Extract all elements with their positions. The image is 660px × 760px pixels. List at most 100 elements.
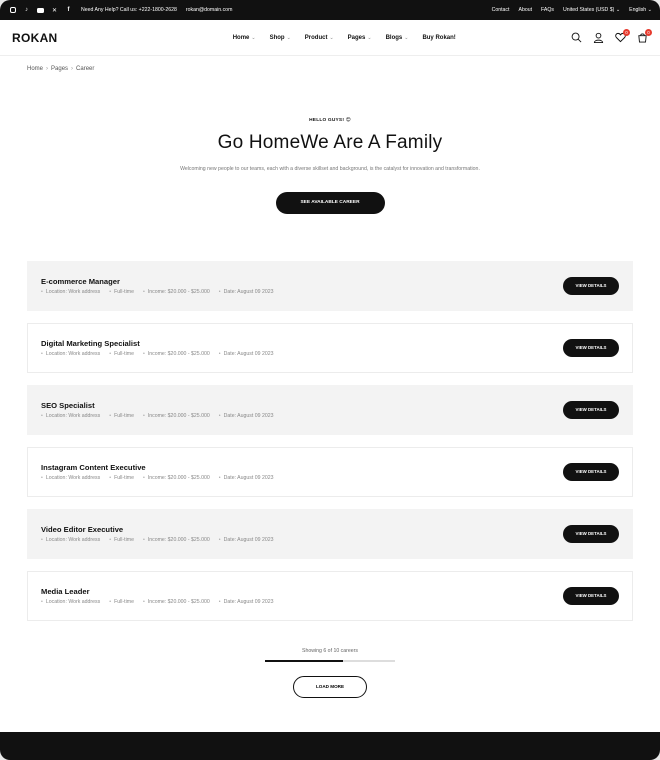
header: ROKAN Home ⌄ Shop ⌄ Product ⌄ Pages ⌄ Blogs ⌄… — [0, 20, 660, 56]
job-type: Full-time — [109, 599, 134, 605]
job-row: Digital Marketing Specialist Location: W… — [27, 323, 633, 373]
job-income: Income: $20.000 - $25.000 — [143, 599, 210, 605]
job-location: Location: Work address — [41, 599, 100, 605]
job-date: Date: August 09 2023 — [219, 475, 274, 481]
chevron-down-icon: ⌄ — [615, 7, 621, 13]
main-nav: Home ⌄ Shop ⌄ Product ⌄ Pages ⌄ Blogs ⌄ Buy R… — [233, 35, 456, 41]
job-meta: Location: Work address Full-time Income:… — [41, 537, 274, 543]
view-details-button[interactable]: VIEW DETAILS — [563, 401, 619, 419]
cart-icon[interactable]: 0 — [637, 29, 652, 43]
chevron-down-icon: ⌄ — [404, 34, 409, 41]
job-meta: Location: Work address Full-time Income:… — [41, 289, 274, 295]
nav-label: Pages — [347, 34, 366, 41]
job-date: Date: August 09 2023 — [219, 351, 274, 357]
see-careers-button[interactable]: SEE AVAILABLE CAREER — [275, 192, 385, 214]
contact-link[interactable]: Contact — [492, 7, 510, 13]
job-meta: Location: Work address Full-time Income:… — [41, 351, 274, 357]
top-bar: ♪ ✕ f Need Any Help? Call us: +222-1800-… — [0, 0, 660, 20]
chevron-down-icon: ⌄ — [647, 7, 652, 13]
job-type: Full-time — [109, 475, 134, 481]
breadcrumb-pages[interactable]: Pages — [51, 66, 68, 72]
load-more-button[interactable]: LOAD MORE — [293, 675, 367, 698]
youtube-icon[interactable] — [37, 7, 44, 13]
nav-item-pages[interactable]: Pages ⌄ — [348, 35, 372, 41]
job-meta: Location: Work address Full-time Income:… — [41, 475, 274, 481]
nav-item-buy[interactable]: Buy Rokan! — [422, 35, 455, 41]
language-select[interactable]: English ⌄ — [629, 7, 652, 13]
chevron-down-icon: ⌄ — [251, 34, 256, 41]
search-icon[interactable] — [571, 32, 582, 43]
job-date: Date: August 09 2023 — [219, 413, 274, 419]
showing-count: Showing 6 of 10 careers — [302, 648, 358, 654]
nav-label: Blogs — [385, 34, 403, 41]
nav-item-home[interactable]: Home ⌄ — [233, 35, 256, 41]
user-icon[interactable] — [593, 32, 604, 43]
currency-select[interactable]: United States (USD $) ⌄ — [563, 7, 620, 13]
view-details-button[interactable]: VIEW DETAILS — [563, 463, 619, 481]
job-type: Full-time — [109, 351, 134, 357]
chevron-down-icon: ⌄ — [286, 34, 291, 41]
language-label: English — [629, 7, 647, 13]
job-title[interactable]: E-commerce Manager — [41, 277, 274, 286]
job-date: Date: August 09 2023 — [219, 289, 274, 295]
job-income: Income: $20.000 - $25.000 — [143, 475, 210, 481]
nav-label: Home — [232, 34, 250, 41]
page: ♪ ✕ f Need Any Help? Call us: +222-1800-… — [0, 0, 660, 760]
job-meta: Location: Work address Full-time Income:… — [41, 413, 274, 419]
job-title[interactable]: Media Leader — [41, 587, 274, 596]
about-link[interactable]: About — [518, 7, 532, 13]
cart-count-badge: 0 — [645, 29, 652, 36]
nav-item-shop[interactable]: Shop ⌄ — [270, 35, 291, 41]
job-income: Income: $20.000 - $25.000 — [143, 351, 210, 357]
tiktok-icon[interactable]: ♪ — [23, 7, 30, 14]
chevron-down-icon: ⌄ — [329, 34, 334, 41]
job-meta: Location: Work address Full-time Income:… — [41, 599, 274, 605]
job-title[interactable]: Video Editor Executive — [41, 525, 274, 534]
job-row: E-commerce Manager Location: Work addres… — [27, 261, 633, 311]
chevron-right-icon: › — [46, 66, 49, 72]
breadcrumb-home[interactable]: Home — [27, 66, 43, 72]
view-details-button[interactable]: VIEW DETAILS — [563, 339, 619, 357]
job-row: Video Editor Executive Location: Work ad… — [27, 509, 633, 559]
job-income: Income: $20.000 - $25.000 — [143, 413, 210, 419]
load-progress-bar — [265, 660, 395, 662]
view-details-button[interactable]: VIEW DETAILS — [563, 277, 619, 295]
facebook-icon[interactable]: f — [65, 7, 72, 14]
job-location: Location: Work address — [41, 351, 100, 357]
load-progress-fill — [265, 660, 343, 662]
job-location: Location: Work address — [41, 289, 100, 295]
job-income: Income: $20.000 - $25.000 — [143, 537, 210, 543]
job-list: E-commerce Manager Location: Work addres… — [27, 261, 633, 633]
job-income: Income: $20.000 - $25.000 — [143, 289, 210, 295]
view-details-button[interactable]: VIEW DETAILS — [563, 525, 619, 543]
nav-item-blogs[interactable]: Blogs ⌄ — [386, 35, 409, 41]
hero-eyebrow: HELLO GUYS! 😍 — [309, 118, 351, 123]
job-location: Location: Work address — [41, 537, 100, 543]
job-title[interactable]: Instagram Content Executive — [41, 463, 274, 472]
job-title[interactable]: SEO Specialist — [41, 401, 274, 410]
hero: HELLO GUYS! 😍 Go HomeWe Are A Family Wel… — [0, 118, 660, 214]
chevron-right-icon: › — [71, 66, 74, 72]
job-title[interactable]: Digital Marketing Specialist — [41, 339, 274, 348]
currency-label: United States (USD $) — [563, 7, 615, 13]
wishlist-icon[interactable]: 0 — [615, 29, 630, 43]
job-location: Location: Work address — [41, 475, 100, 481]
nav-label: Shop — [269, 34, 285, 41]
nav-label: Buy Rokan! — [422, 34, 456, 41]
nav-item-product[interactable]: Product ⌄ — [305, 35, 334, 41]
breadcrumb: Home › Pages › Career — [0, 56, 660, 82]
faqs-link[interactable]: FAQs — [541, 7, 554, 13]
help-text: Need Any Help? Call us: +222-1800-2628 — [81, 7, 177, 13]
view-details-button[interactable]: VIEW DETAILS — [563, 587, 619, 605]
email-link[interactable]: rokan@domain.com — [186, 7, 233, 13]
job-location: Location: Work address — [41, 413, 100, 419]
logo[interactable]: ROKAN — [12, 31, 58, 45]
footer — [0, 732, 660, 760]
x-icon[interactable]: ✕ — [51, 7, 58, 14]
instagram-icon[interactable] — [10, 7, 16, 13]
chevron-down-icon: ⌄ — [367, 34, 372, 41]
job-type: Full-time — [109, 537, 134, 543]
page-title: Go HomeWe Are A Family — [217, 132, 443, 153]
job-date: Date: August 09 2023 — [219, 537, 274, 543]
pagination: Showing 6 of 10 careers LOAD MORE — [0, 648, 660, 698]
